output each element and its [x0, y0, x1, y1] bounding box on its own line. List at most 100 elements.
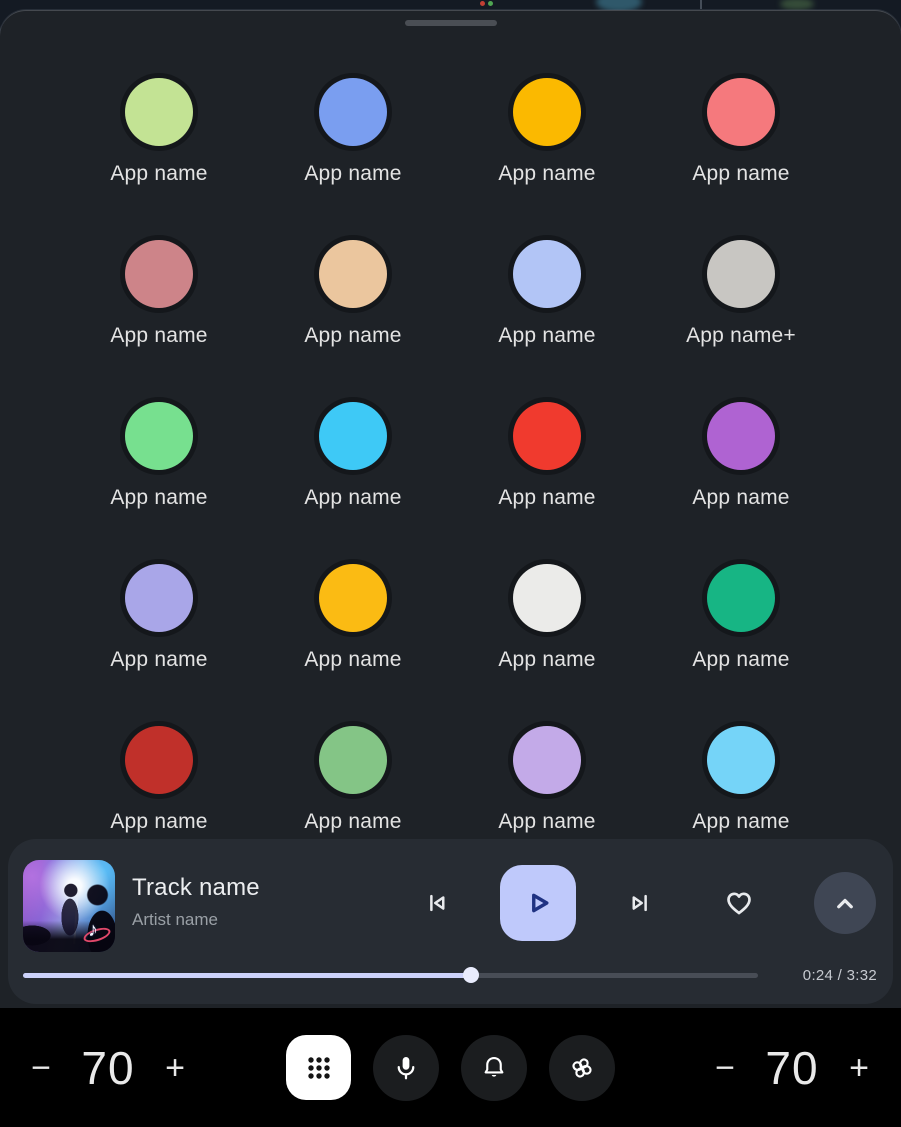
app-label: App name	[692, 486, 789, 510]
app-icon[interactable]	[319, 564, 387, 632]
app-icon[interactable]	[125, 726, 193, 794]
progress-bar[interactable]	[23, 973, 758, 978]
app-launcher-item[interactable]: App name	[256, 235, 450, 397]
app-launcher-item[interactable]: App name	[644, 559, 838, 721]
app-label: App name	[110, 486, 207, 510]
app-grid: App name App name App name App name App name…	[62, 73, 838, 883]
app-label: App name	[110, 324, 207, 348]
app-launcher-item[interactable]: App name	[644, 397, 838, 559]
app-icon[interactable]	[513, 564, 581, 632]
app-launcher-button[interactable]	[286, 1035, 351, 1100]
left-temp-increase-button[interactable]: +	[156, 1038, 194, 1098]
app-launcher-item[interactable]: App name	[62, 397, 256, 559]
app-launcher-item[interactable]: App name	[644, 73, 838, 235]
play-icon	[521, 886, 555, 920]
app-label: App name	[304, 486, 401, 510]
app-label: App name	[110, 648, 207, 672]
app-icon[interactable]	[707, 402, 775, 470]
left-temperature-control: − 70 +	[22, 1008, 194, 1127]
expand-player-button[interactable]	[814, 872, 876, 934]
playback-time: 0:24 / 3:32	[803, 967, 877, 984]
app-launcher-item[interactable]: App name	[450, 235, 644, 397]
app-launcher-item[interactable]: App name	[62, 73, 256, 235]
app-launcher-item[interactable]: App name	[256, 559, 450, 721]
app-launcher-sheet: App name App name App name App name App name…	[0, 10, 901, 1008]
skip-next-icon	[625, 888, 655, 918]
voice-assistant-button[interactable]	[373, 1035, 439, 1101]
app-icon[interactable]	[319, 240, 387, 308]
app-icon[interactable]	[707, 240, 775, 308]
favorite-button[interactable]	[717, 881, 761, 925]
app-icon[interactable]	[319, 78, 387, 146]
app-label: App name+	[686, 324, 796, 348]
progress-thumb[interactable]	[463, 967, 479, 983]
app-icon[interactable]	[707, 726, 775, 794]
app-icon[interactable]	[125, 564, 193, 632]
media-player-card: ♪ Track name Artist name	[8, 839, 893, 1004]
app-launcher-item[interactable]: App name+	[644, 235, 838, 397]
app-icon[interactable]	[319, 402, 387, 470]
fan-icon	[566, 1052, 598, 1084]
left-temperature-value: 70	[60, 1041, 156, 1095]
app-launcher-item[interactable]: App name	[450, 397, 644, 559]
app-label: App name	[304, 810, 401, 834]
backdrop-divider	[700, 0, 702, 9]
skip-previous-button[interactable]	[417, 883, 457, 923]
app-launcher-item[interactable]: App name	[256, 397, 450, 559]
app-grid-icon	[304, 1053, 334, 1083]
app-label: App name	[498, 810, 595, 834]
app-icon[interactable]	[513, 78, 581, 146]
heart-icon	[722, 886, 756, 920]
app-launcher-item[interactable]: App name	[450, 559, 644, 721]
app-icon[interactable]	[707, 78, 775, 146]
right-temperature-value: 70	[744, 1041, 840, 1095]
app-launcher-item[interactable]: App name	[62, 559, 256, 721]
app-label: App name	[110, 810, 207, 834]
right-temp-decrease-button[interactable]: −	[706, 1038, 744, 1098]
app-launcher-item[interactable]: App name	[62, 235, 256, 397]
app-label: App name	[304, 162, 401, 186]
app-icon[interactable]	[125, 240, 193, 308]
app-label: App name	[692, 810, 789, 834]
app-label: App name	[498, 324, 595, 348]
app-label: App name	[498, 486, 595, 510]
app-icon[interactable]	[319, 726, 387, 794]
backdrop-status-dot	[488, 1, 493, 6]
album-art[interactable]: ♪	[23, 860, 115, 952]
app-label: App name	[692, 648, 789, 672]
skip-next-button[interactable]	[620, 883, 660, 923]
app-icon[interactable]	[513, 402, 581, 470]
track-name: Track name	[132, 874, 260, 902]
app-label: App name	[498, 648, 595, 672]
notifications-button[interactable]	[461, 1035, 527, 1101]
right-temp-increase-button[interactable]: +	[840, 1038, 878, 1098]
app-icon[interactable]	[125, 402, 193, 470]
backdrop-blur-blob	[780, 0, 814, 10]
backdrop-status-dot	[480, 1, 485, 6]
play-button[interactable]	[500, 865, 576, 941]
progress-fill	[23, 973, 471, 978]
app-label: App name	[692, 162, 789, 186]
app-icon[interactable]	[707, 564, 775, 632]
app-label: App name	[110, 162, 207, 186]
app-label: App name	[498, 162, 595, 186]
bell-icon	[479, 1053, 509, 1083]
left-temp-decrease-button[interactable]: −	[22, 1038, 60, 1098]
app-launcher-item[interactable]: App name	[450, 73, 644, 235]
app-icon[interactable]	[513, 240, 581, 308]
microphone-icon	[391, 1053, 421, 1083]
app-launcher-item[interactable]: App name	[256, 73, 450, 235]
app-icon[interactable]	[125, 78, 193, 146]
app-icon[interactable]	[513, 726, 581, 794]
hvac-fan-button[interactable]	[549, 1035, 615, 1101]
skip-previous-icon	[422, 888, 452, 918]
system-buttons	[286, 1008, 615, 1127]
drag-handle[interactable]	[405, 20, 497, 26]
chevron-up-icon	[830, 888, 860, 918]
app-label: App name	[304, 648, 401, 672]
right-temperature-control: − 70 +	[706, 1008, 878, 1127]
climate-control-bar: − 70 +	[0, 1008, 901, 1127]
music-app-logo-icon: ♪	[82, 919, 112, 949]
artist-name: Artist name	[132, 910, 218, 930]
app-label: App name	[304, 324, 401, 348]
